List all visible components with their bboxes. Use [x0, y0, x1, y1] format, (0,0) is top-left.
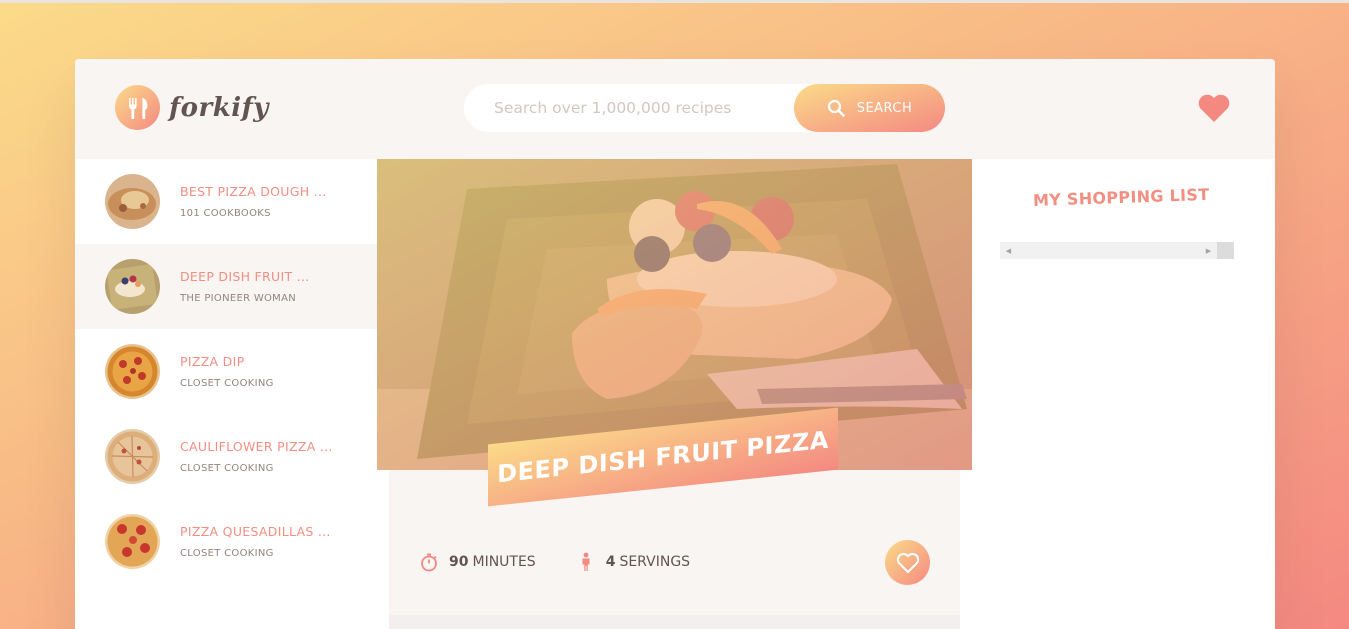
app-name: forkify: [169, 92, 269, 123]
servings-unit: SERVINGS: [619, 554, 691, 570]
result-author: CLOSET COOKING: [180, 463, 274, 474]
result-author: 101 COOKBOOKS: [180, 208, 271, 219]
logo[interactable]: forkify: [115, 85, 269, 130]
recipe-thumbnail: [105, 174, 160, 229]
recipe-thumbnail: [105, 344, 160, 399]
scroll-left-arrow-icon[interactable]: ◀: [1000, 242, 1017, 259]
recipe-thumbnail: [105, 514, 160, 569]
results-list: BEST PIZZA DOUGH ... 101 COOKBOOKS DEEP …: [75, 159, 377, 629]
result-name: PIZZA QUESADILLAS ...: [180, 524, 331, 539]
scrollbar-corner: [1217, 242, 1234, 259]
list-item[interactable]: PIZZA DIP CLOSET COOKING: [75, 329, 377, 414]
recipe-servings: 4 SERVINGS: [576, 552, 690, 572]
list-item[interactable]: DEEP DISH FRUIT ... THE PIONEER WOMAN: [75, 244, 377, 329]
list-item[interactable]: PIZZA QUESADILLAS ... CLOSET COOKING: [75, 499, 377, 584]
list-item[interactable]: BEST PIZZA DOUGH ... 101 COOKBOOKS: [75, 159, 377, 244]
stopwatch-icon: [421, 553, 437, 572]
shopping-list-scrollbar[interactable]: ◀ ▶: [1000, 242, 1234, 259]
recipe-thumbnail: [105, 429, 160, 484]
search-button[interactable]: SEARCH: [794, 84, 945, 132]
result-author: THE PIONEER WOMAN: [180, 293, 297, 304]
time-unit: MINUTES: [472, 554, 536, 570]
fork-knife-icon: [115, 85, 160, 130]
app-container: forkify SEARCH: [75, 59, 1275, 629]
person-icon: [582, 552, 590, 571]
search-icon: [827, 99, 845, 117]
like-recipe-button[interactable]: [885, 540, 930, 585]
result-name: DEEP DISH FRUIT ...: [180, 269, 310, 284]
heart-outline-icon: [896, 552, 919, 573]
result-author: CLOSET COOKING: [180, 548, 274, 559]
time-value: 90: [449, 554, 469, 570]
recipe-image: [377, 159, 972, 470]
heart-icon: [1198, 94, 1230, 122]
recipe-time: 90 MINUTES: [419, 552, 536, 572]
list-item[interactable]: CAULIFLOWER PIZZA ... CLOSET COOKING: [75, 414, 377, 499]
search-input[interactable]: [494, 99, 794, 117]
recipe-thumbnail: [105, 259, 160, 314]
search-button-label: SEARCH: [856, 100, 913, 116]
recipe-details: 90 MINUTES 4 SERVINGS: [419, 539, 930, 585]
likes-menu[interactable]: [1197, 93, 1231, 127]
browser-edge: [0, 0, 1349, 3]
search-form: SEARCH: [464, 84, 945, 132]
result-author: CLOSET COOKING: [180, 378, 274, 389]
shopping-list-title: MY SHOPPING LIST: [1032, 184, 1210, 210]
servings-value: 4: [605, 554, 616, 570]
result-name: CAULIFLOWER PIZZA ...: [180, 439, 333, 454]
result-name: BEST PIZZA DOUGH ...: [180, 184, 327, 199]
result-name: PIZZA DIP: [180, 354, 245, 369]
ingredients-panel: [389, 615, 960, 629]
scroll-right-arrow-icon[interactable]: ▶: [1200, 242, 1217, 259]
header: forkify SEARCH: [75, 59, 1275, 159]
